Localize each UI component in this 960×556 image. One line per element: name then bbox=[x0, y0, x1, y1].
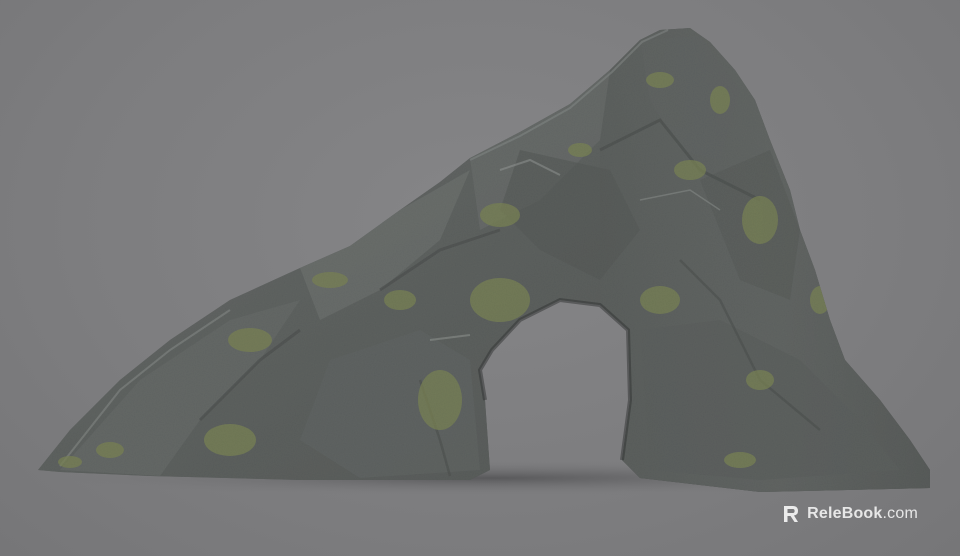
relebook-logo-icon bbox=[784, 506, 799, 522]
rock-arch bbox=[38, 28, 930, 492]
watermark-brand: ReleBook bbox=[807, 505, 883, 522]
watermark-tld: .com bbox=[882, 505, 918, 522]
rock-arch-render bbox=[20, 28, 960, 496]
watermark: ReleBook.com bbox=[781, 504, 918, 524]
render-canvas: ReleBook.com bbox=[0, 0, 960, 556]
